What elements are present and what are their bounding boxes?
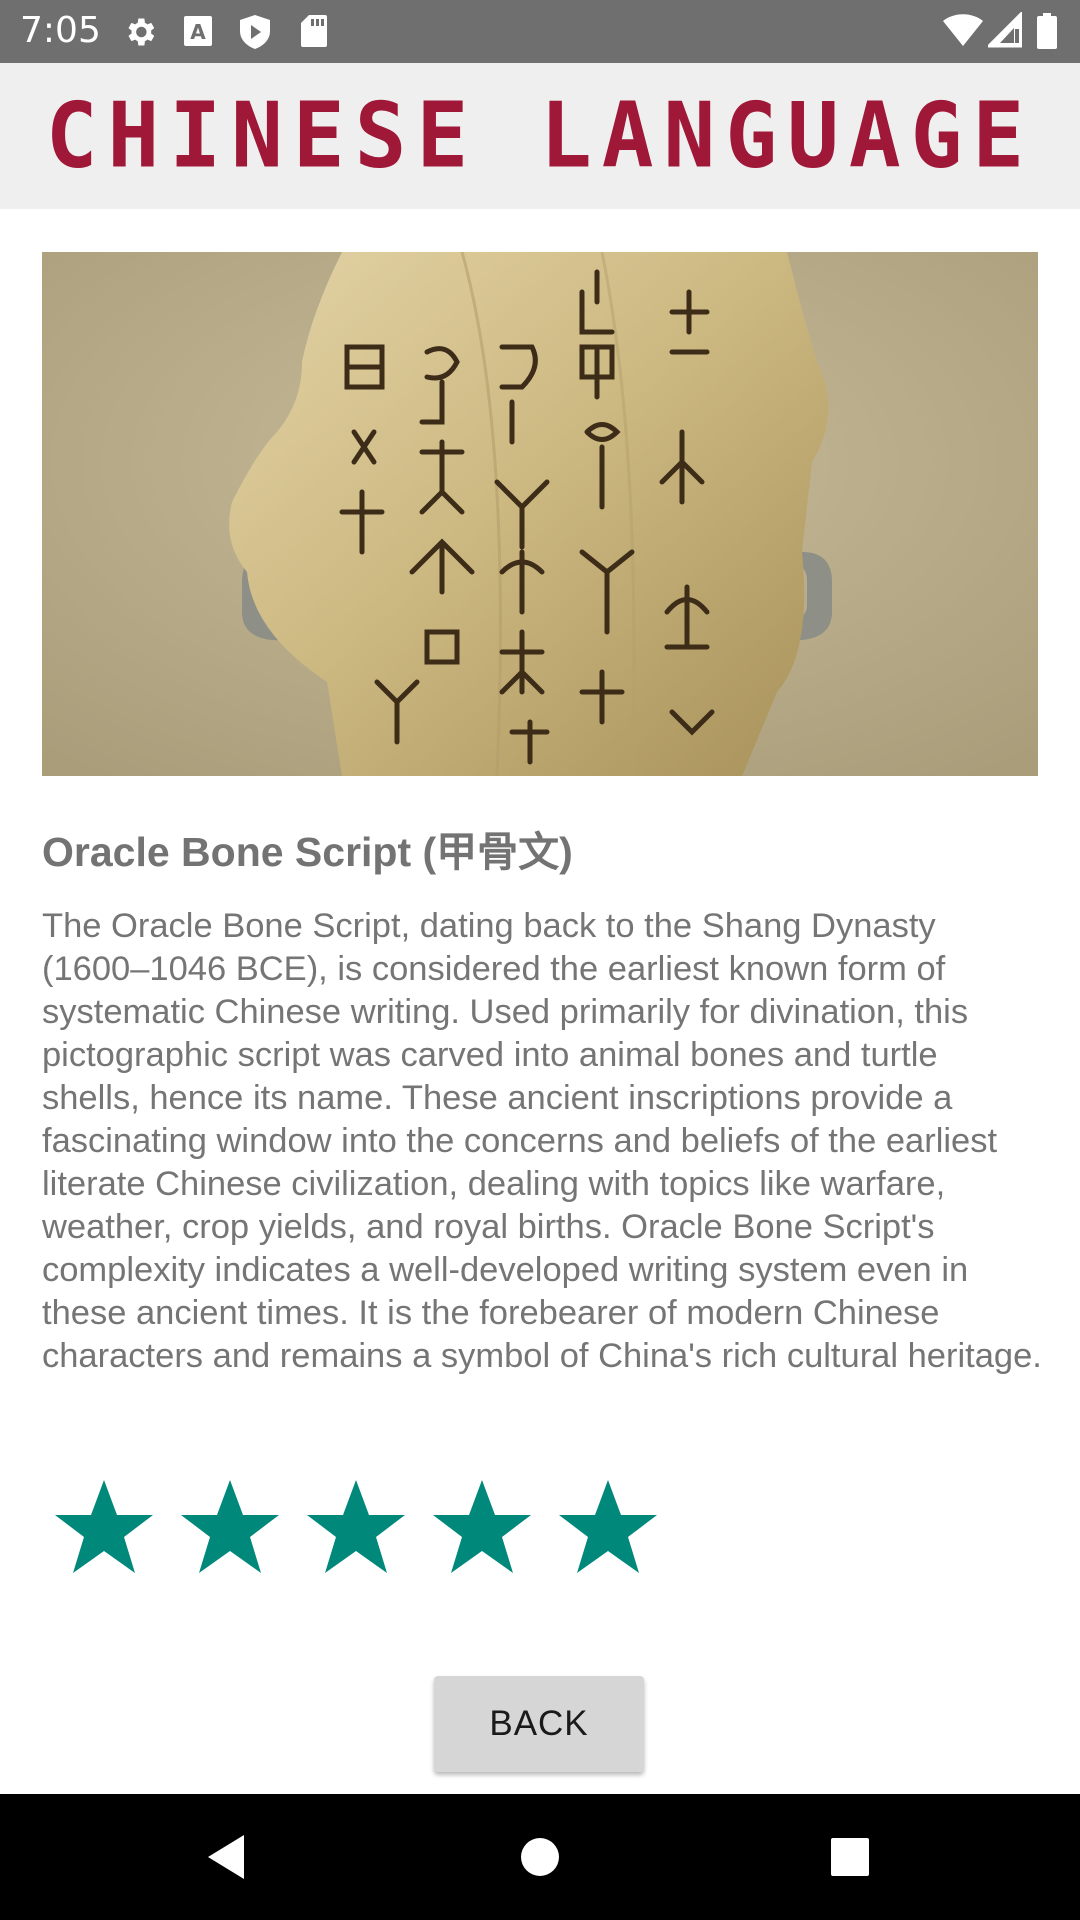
star-icon[interactable] [48, 1475, 174, 1585]
star-icon[interactable] [174, 1475, 300, 1585]
nav-home-button[interactable] [470, 1794, 610, 1920]
nav-back-button[interactable] [156, 1794, 296, 1920]
wifi-icon [942, 12, 984, 53]
status-time: 7:05 [20, 10, 101, 51]
item-title: Oracle Bone Script (甲骨文) [42, 829, 573, 875]
back-button[interactable]: BACK [434, 1676, 644, 1772]
star-icon[interactable] [426, 1475, 552, 1585]
oracle-bone-image [42, 252, 1038, 776]
font-a-icon: A [183, 14, 213, 53]
cell-signal-icon [985, 10, 1023, 53]
rating-bar[interactable] [48, 1475, 678, 1585]
back-triangle-icon [208, 1835, 244, 1879]
star-icon[interactable] [552, 1475, 678, 1585]
battery-icon [1036, 12, 1058, 55]
app-title: CHINESE LANGUAGE [45, 83, 1035, 189]
item-description: The Oracle Bone Script, dating back to t… [42, 907, 1042, 1375]
recents-square-icon [831, 1838, 869, 1876]
status-bar: 7:05 A [0, 0, 1080, 63]
svg-text:A: A [190, 20, 206, 44]
gear-icon [122, 14, 158, 55]
sd-card-icon [300, 14, 328, 53]
shield-play-icon [238, 14, 272, 55]
app-bar: CHINESE LANGUAGE [0, 63, 1080, 209]
home-circle-icon [521, 1838, 559, 1876]
nav-recents-button[interactable] [780, 1794, 920, 1920]
navigation-bar [0, 1794, 1080, 1920]
star-icon[interactable] [300, 1475, 426, 1585]
